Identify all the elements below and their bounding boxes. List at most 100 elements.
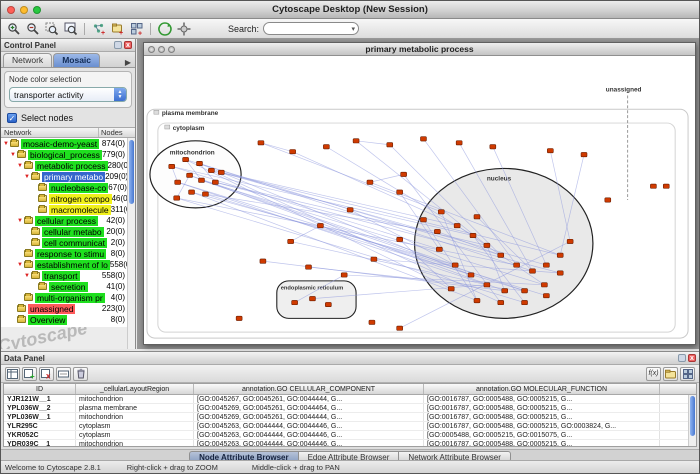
- graph-node[interactable]: [543, 263, 549, 267]
- graph-node[interactable]: [420, 218, 426, 222]
- tree-column-network[interactable]: Network: [1, 128, 99, 137]
- graph-node[interactable]: [387, 143, 393, 147]
- tree-row[interactable]: unassigned223(0): [1, 303, 135, 314]
- graph-node[interactable]: [325, 302, 331, 306]
- graph-node[interactable]: [543, 294, 549, 298]
- graph-node[interactable]: [514, 263, 520, 267]
- graph-node[interactable]: [397, 326, 403, 330]
- tree-row[interactable]: macromolecule311(0): [1, 204, 135, 215]
- graph-node[interactable]: [317, 223, 323, 227]
- graph-node[interactable]: [434, 229, 440, 233]
- tree-expander-icon[interactable]: ▼: [3, 141, 10, 147]
- graph-node[interactable]: [401, 172, 407, 176]
- graph-node[interactable]: [605, 198, 611, 202]
- graph-node[interactable]: [547, 149, 553, 153]
- graph-node[interactable]: [371, 257, 377, 261]
- graph-node[interactable]: [436, 247, 442, 251]
- graph-node[interactable]: [309, 296, 315, 300]
- table-row[interactable]: YPL036W__1mitochondrion[GO:0045269, GO:0…: [4, 413, 696, 422]
- tree-expander-icon[interactable]: ▼: [10, 152, 17, 158]
- tree-row[interactable]: nucleobase-co67(0): [1, 182, 135, 193]
- graph-node[interactable]: [474, 215, 480, 219]
- network-view-titlebar[interactable]: primary metabolic process: [144, 43, 695, 56]
- column-header[interactable]: ID: [4, 384, 76, 394]
- column-header[interactable]: annotation.GO CELLULAR_COMPONENT: [194, 384, 424, 394]
- graph-node[interactable]: [420, 137, 426, 141]
- graph-node[interactable]: [189, 190, 195, 194]
- tab-scroll-arrow-icon[interactable]: ▶: [123, 58, 133, 67]
- graph-node[interactable]: [541, 283, 547, 287]
- table-row[interactable]: YJR121W__1mitochondrion[GO:0045267, GO:0…: [4, 395, 696, 404]
- graph-node[interactable]: [341, 273, 347, 277]
- tree-row[interactable]: cellular metabo20(0): [1, 226, 135, 237]
- close-panel-icon[interactable]: x: [124, 41, 132, 49]
- plugin-manager-icon[interactable]: [175, 20, 192, 37]
- table-row[interactable]: YLR295Ccytoplasm[GO:0045263, GO:0044444,…: [4, 422, 696, 431]
- tree-row[interactable]: ▼cellular process42(0): [1, 215, 135, 226]
- select-attributes-icon[interactable]: [5, 367, 20, 381]
- table-scrollbar[interactable]: [688, 395, 696, 446]
- tree-row[interactable]: cell communicat2(0): [1, 237, 135, 248]
- attribute-matrix-icon[interactable]: [680, 367, 695, 381]
- graph-node[interactable]: [306, 265, 312, 269]
- import-network-icon[interactable]: +: [109, 20, 126, 37]
- tree-expander-icon[interactable]: ▼: [17, 218, 24, 224]
- graph-node[interactable]: [650, 184, 656, 188]
- function-builder-icon[interactable]: f(x): [646, 367, 661, 381]
- graph-node[interactable]: [187, 173, 193, 177]
- delete-attribute-icon[interactable]: x: [39, 367, 54, 381]
- graph-node[interactable]: [567, 239, 573, 243]
- graph-node[interactable]: [183, 157, 189, 161]
- graph-node[interactable]: [199, 178, 205, 182]
- tree-expander-icon[interactable]: ▼: [17, 163, 24, 169]
- graph-node[interactable]: [498, 253, 504, 257]
- graph-node[interactable]: [448, 287, 454, 291]
- tree-row[interactable]: ▼metabolic process280(0): [1, 160, 135, 171]
- zoom-in-icon[interactable]: [5, 20, 22, 37]
- tree-row[interactable]: ▼mosaic-demo-yeast874(0): [1, 138, 135, 149]
- float-panel-icon[interactable]: [114, 41, 122, 49]
- graph-node[interactable]: [438, 210, 444, 214]
- zoom-out-icon[interactable]: [24, 20, 41, 37]
- tree-row[interactable]: secretion41(0): [1, 281, 135, 292]
- graph-node[interactable]: [197, 161, 203, 165]
- tab-mosaic[interactable]: Mosaic: [53, 53, 100, 67]
- graph-node[interactable]: [474, 298, 480, 302]
- search-input[interactable]: [267, 23, 351, 35]
- graph-node[interactable]: [530, 269, 536, 273]
- graph-node[interactable]: [557, 253, 563, 257]
- graph-node[interactable]: [663, 184, 669, 188]
- graph-node[interactable]: [260, 259, 266, 263]
- tree-row[interactable]: response to stimu8(0): [1, 248, 135, 259]
- graph-node[interactable]: [367, 180, 373, 184]
- create-network-icon[interactable]: +: [90, 20, 107, 37]
- graph-node[interactable]: [581, 152, 587, 156]
- graph-node[interactable]: [454, 223, 460, 227]
- network-manager-icon[interactable]: +: [128, 20, 145, 37]
- graph-node[interactable]: [490, 145, 496, 149]
- graph-node[interactable]: [169, 164, 175, 168]
- node-color-dropdown[interactable]: transporter activity ▲▼: [9, 87, 127, 102]
- network-canvas[interactable]: plasma membrane cytoplasm mitochondrion …: [144, 56, 695, 344]
- search-dropdown-arrow[interactable]: ▾: [352, 25, 356, 33]
- float-data-panel-icon[interactable]: [678, 354, 686, 362]
- graph-node[interactable]: [522, 289, 528, 293]
- graph-node[interactable]: [218, 170, 224, 174]
- tree-scrollbar[interactable]: [127, 138, 135, 349]
- tree-row[interactable]: Overview8(0): [1, 314, 135, 325]
- graph-node[interactable]: [369, 320, 375, 324]
- tree-expander-icon[interactable]: ▼: [17, 262, 24, 268]
- graph-node[interactable]: [397, 190, 403, 194]
- tree-row[interactable]: multi-organism pr4(0): [1, 292, 135, 303]
- graph-node[interactable]: [202, 192, 208, 196]
- table-scrollbar-thumb[interactable]: [690, 396, 695, 436]
- table-row[interactable]: YKR052Ccytoplasm[GO:0045263, GO:0044444,…: [4, 431, 696, 440]
- graph-node[interactable]: [290, 150, 296, 154]
- graph-node[interactable]: [175, 180, 181, 184]
- tree-row[interactable]: ▼primary metabo209(0): [1, 171, 135, 182]
- new-attribute-icon[interactable]: +: [22, 367, 37, 381]
- graph-node[interactable]: [522, 300, 528, 304]
- graph-node[interactable]: [292, 300, 298, 304]
- graph-node[interactable]: [212, 180, 218, 184]
- tree-column-nodes[interactable]: Nodes: [99, 128, 135, 137]
